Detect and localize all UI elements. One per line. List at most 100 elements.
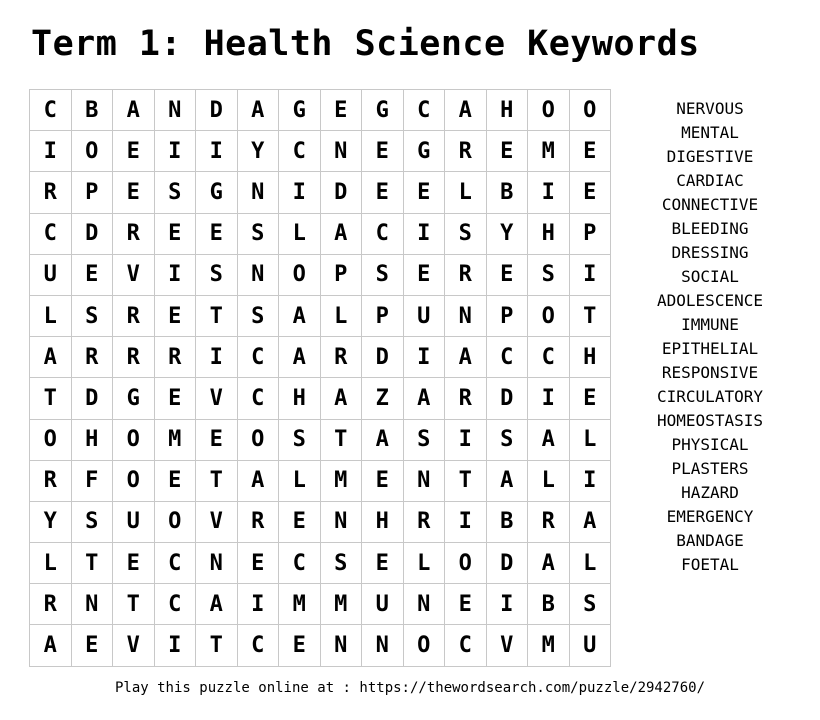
grid-cell[interactable]: C <box>528 337 570 379</box>
grid-cell[interactable]: I <box>30 131 72 173</box>
grid-cell[interactable]: E <box>71 625 113 667</box>
grid-cell[interactable]: C <box>30 213 72 255</box>
grid-cell[interactable]: N <box>154 90 196 132</box>
grid-cell[interactable]: I <box>528 378 570 420</box>
grid-cell[interactable]: Y <box>30 501 72 544</box>
grid-cell[interactable]: S <box>71 295 113 338</box>
grid-cell[interactable]: T <box>196 460 238 502</box>
grid-cell[interactable]: E <box>362 172 404 214</box>
grid-cell[interactable]: S <box>237 295 279 338</box>
grid-cell[interactable]: A <box>279 337 321 379</box>
grid-cell[interactable]: B <box>528 584 570 626</box>
grid-cell[interactable]: E <box>196 419 238 461</box>
grid-cell[interactable]: T <box>113 584 155 626</box>
grid-cell[interactable]: I <box>569 254 611 296</box>
grid-cell[interactable]: A <box>279 295 321 338</box>
grid-cell[interactable]: E <box>362 131 404 173</box>
grid-cell[interactable]: E <box>362 543 404 585</box>
grid-cell[interactable]: D <box>320 172 362 214</box>
grid-cell[interactable]: E <box>320 90 362 132</box>
grid-cell[interactable]: I <box>403 337 445 379</box>
grid-cell[interactable]: F <box>71 460 113 502</box>
grid-cell[interactable]: U <box>113 501 155 544</box>
grid-cell[interactable]: R <box>445 378 487 420</box>
grid-cell[interactable]: C <box>154 543 196 585</box>
grid-cell[interactable]: R <box>445 131 487 173</box>
grid-cell[interactable]: D <box>486 543 528 585</box>
grid-cell[interactable]: A <box>445 337 487 379</box>
grid-cell[interactable]: O <box>71 131 113 173</box>
grid-cell[interactable]: C <box>486 337 528 379</box>
grid-cell[interactable]: D <box>486 378 528 420</box>
grid-cell[interactable]: M <box>279 584 321 626</box>
grid-cell[interactable]: G <box>279 90 321 132</box>
grid-cell[interactable]: A <box>403 378 445 420</box>
grid-cell[interactable]: A <box>237 90 279 132</box>
grid-cell[interactable]: M <box>528 625 570 667</box>
grid-cell[interactable]: S <box>445 213 487 255</box>
grid-cell[interactable]: O <box>403 625 445 667</box>
grid-cell[interactable]: N <box>362 625 404 667</box>
grid-cell[interactable]: N <box>320 625 362 667</box>
grid-cell[interactable]: P <box>320 254 362 296</box>
grid-cell[interactable]: U <box>30 254 72 296</box>
grid-cell[interactable]: E <box>237 543 279 585</box>
grid-cell[interactable]: A <box>113 90 155 132</box>
grid-cell[interactable]: E <box>445 584 487 626</box>
grid-cell[interactable]: S <box>528 254 570 296</box>
grid-cell[interactable]: R <box>30 172 72 214</box>
grid-cell[interactable]: A <box>486 460 528 502</box>
grid-cell[interactable]: I <box>528 172 570 214</box>
grid-cell[interactable]: V <box>486 625 528 667</box>
grid-cell[interactable]: T <box>71 543 113 585</box>
grid-cell[interactable]: A <box>320 378 362 420</box>
grid-cell[interactable]: I <box>569 460 611 502</box>
grid-cell[interactable]: E <box>113 131 155 173</box>
grid-cell[interactable]: S <box>71 501 113 544</box>
grid-cell[interactable]: I <box>196 131 238 173</box>
grid-cell[interactable]: Z <box>362 378 404 420</box>
grid-cell[interactable]: T <box>445 460 487 502</box>
grid-cell[interactable]: B <box>486 172 528 214</box>
grid-cell[interactable]: I <box>445 419 487 461</box>
grid-cell[interactable]: I <box>486 584 528 626</box>
grid-cell[interactable]: E <box>113 172 155 214</box>
grid-cell[interactable]: H <box>569 337 611 379</box>
grid-cell[interactable]: R <box>71 337 113 379</box>
grid-cell[interactable]: N <box>237 172 279 214</box>
grid-cell[interactable]: O <box>237 419 279 461</box>
grid-cell[interactable]: D <box>362 337 404 379</box>
grid-cell[interactable]: V <box>113 254 155 296</box>
grid-cell[interactable]: L <box>403 543 445 585</box>
grid-cell[interactable]: E <box>196 213 238 255</box>
grid-cell[interactable]: R <box>113 213 155 255</box>
grid-cell[interactable]: V <box>196 378 238 420</box>
grid-cell[interactable]: I <box>445 501 487 544</box>
grid-cell[interactable]: P <box>71 172 113 214</box>
grid-cell[interactable]: O <box>113 419 155 461</box>
grid-cell[interactable]: O <box>279 254 321 296</box>
grid-cell[interactable]: E <box>279 625 321 667</box>
grid-cell[interactable]: N <box>71 584 113 626</box>
grid-cell[interactable]: T <box>196 295 238 338</box>
grid-cell[interactable]: T <box>320 419 362 461</box>
grid-cell[interactable]: H <box>486 90 528 132</box>
grid-cell[interactable]: S <box>154 172 196 214</box>
grid-cell[interactable]: L <box>528 460 570 502</box>
grid-cell[interactable]: L <box>445 172 487 214</box>
grid-cell[interactable]: C <box>154 584 196 626</box>
grid-cell[interactable]: H <box>528 213 570 255</box>
grid-cell[interactable]: O <box>154 501 196 544</box>
grid-cell[interactable]: C <box>403 90 445 132</box>
grid-cell[interactable]: E <box>362 460 404 502</box>
grid-cell[interactable]: U <box>362 584 404 626</box>
grid-cell[interactable]: O <box>445 543 487 585</box>
grid-cell[interactable]: N <box>196 543 238 585</box>
grid-cell[interactable]: E <box>569 172 611 214</box>
grid-cell[interactable]: O <box>30 419 72 461</box>
grid-cell[interactable]: O <box>528 295 570 338</box>
grid-cell[interactable]: E <box>486 254 528 296</box>
grid-cell[interactable]: V <box>113 625 155 667</box>
grid-cell[interactable]: A <box>320 213 362 255</box>
grid-cell[interactable]: N <box>403 584 445 626</box>
